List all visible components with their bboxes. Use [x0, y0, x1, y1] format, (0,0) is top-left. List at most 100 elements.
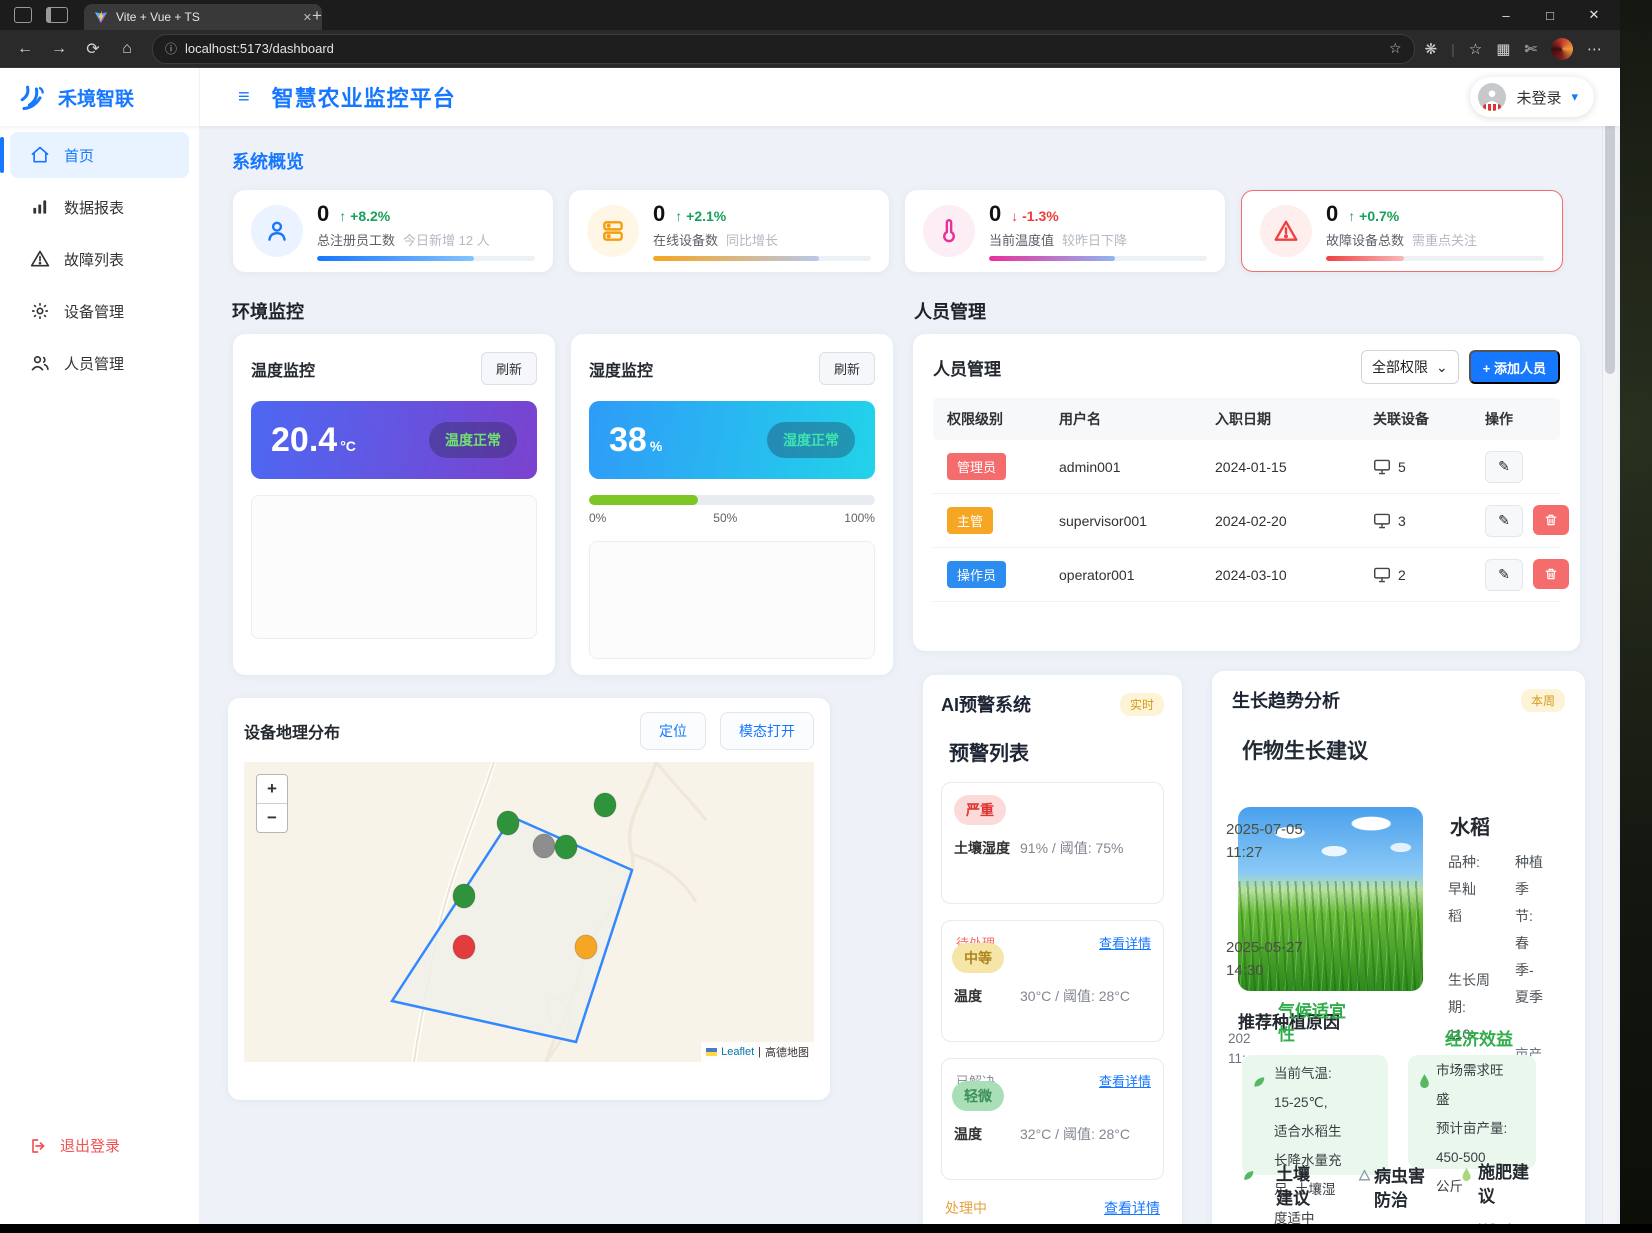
add-user-button[interactable]: + 添加人员: [1469, 350, 1560, 384]
subtitle: 作物生长建议: [1242, 735, 1565, 765]
maximize-button[interactable]: □: [1528, 0, 1572, 30]
zoom-in-button[interactable]: +: [257, 775, 287, 804]
screenshot-stage: Vite + Vue + TS ✕ + – □ ✕ ← → ⟳ ⌂ ⓘ loca…: [0, 0, 1652, 1233]
leaf-icon: [1242, 1169, 1255, 1182]
collections-icon[interactable]: ▦: [1496, 40, 1510, 58]
card-title: 生长趋势分析: [1232, 687, 1340, 713]
settings-more-icon[interactable]: ⋯: [1587, 40, 1602, 58]
thermometer-icon: [923, 205, 975, 257]
zoom-out-button[interactable]: −: [257, 804, 287, 832]
close-button[interactable]: ✕: [1572, 0, 1616, 30]
detail-link[interactable]: 查看详情: [1099, 1071, 1151, 1090]
sidebar-item-home[interactable]: 首页: [10, 132, 189, 178]
personnel-table: 权限级别 用户名 入职日期 关联设备 操作 管理员 admin001 2024-…: [933, 398, 1560, 602]
url-text[interactable]: localhost:5173/dashboard: [185, 41, 1381, 56]
favorites-icon[interactable]: ☆: [1469, 40, 1482, 58]
app-header: 禾境智联 ≡ 智慧农业监控平台 未登录 ▾: [0, 68, 1620, 126]
delete-button[interactable]: [1533, 505, 1569, 535]
alert-triangle-icon: [1260, 205, 1312, 257]
vite-logo-icon: [94, 10, 108, 24]
col-role: 权限级别: [947, 409, 1059, 429]
brand-name: 禾境智联: [58, 84, 134, 111]
forward-icon[interactable]: →: [44, 40, 74, 58]
week-badge: 本周: [1521, 689, 1565, 712]
sidebar-item-reports[interactable]: 数据报表: [10, 184, 189, 230]
device-marker-green[interactable]: [453, 884, 475, 908]
alert-list-title: 预警列表: [949, 737, 1164, 766]
brand: 禾境智联: [0, 68, 200, 126]
stat-label: 故障设备总数: [1326, 230, 1404, 249]
web-capture-icon[interactable]: ✄: [1524, 40, 1537, 58]
sidebar-item-devices[interactable]: 设备管理: [10, 288, 189, 334]
tab-close-icon[interactable]: ✕: [303, 11, 312, 24]
stat-value: 0: [317, 201, 329, 227]
browser-tab[interactable]: Vite + Vue + TS ✕: [84, 4, 322, 30]
monitor-icon: [1373, 459, 1391, 475]
device-marker-gray[interactable]: [533, 834, 555, 858]
delete-button[interactable]: [1533, 559, 1569, 589]
device-marker-green[interactable]: [555, 835, 577, 859]
severity-badge: 轻微: [952, 1081, 1004, 1111]
home-icon: [30, 145, 50, 165]
logout-label: 退出登录: [60, 1135, 120, 1156]
user-menu[interactable]: 未登录 ▾: [1470, 77, 1594, 117]
edit-button[interactable]: ✎: [1485, 559, 1523, 591]
site-info-icon[interactable]: ⓘ: [165, 40, 177, 57]
logout-icon: [30, 1137, 48, 1155]
browser-profile-avatar[interactable]: [1551, 38, 1573, 60]
photo-timestamp: 2025-07-05 11:27: [1226, 819, 1303, 864]
section-title-environment: 环境监控: [232, 298, 304, 324]
gear-icon: [30, 301, 50, 321]
edit-button[interactable]: ✎: [1485, 505, 1523, 537]
favorite-star-icon[interactable]: ☆: [1389, 40, 1402, 57]
crop-variety: 品种: 早籼 稻: [1448, 849, 1480, 930]
permission-filter-select[interactable]: 全部权限 ⌄: [1361, 350, 1459, 384]
back-icon[interactable]: ←: [10, 40, 40, 58]
open-modal-button[interactable]: 模态打开: [720, 712, 814, 750]
new-tab-button[interactable]: +: [312, 6, 322, 26]
table-row: 操作员 operator001 2024-03-10 2 ✎: [933, 548, 1560, 602]
hire-date: 2024-02-20: [1215, 513, 1373, 529]
pest-title: 病虫害 防治: [1374, 1165, 1425, 1213]
flag-icon: [706, 1048, 717, 1056]
copilot-icon[interactable]: ❋: [1425, 40, 1438, 58]
username: admin001: [1059, 459, 1215, 475]
filter-value: 全部权限: [1372, 357, 1428, 377]
table-row: 主管 supervisor001 2024-02-20 3 ✎: [933, 494, 1560, 548]
card-title: 温度监控: [251, 357, 315, 381]
tab-actions-icon[interactable]: [46, 7, 68, 23]
stat-label: 在线设备数: [653, 230, 718, 249]
device-marker-green[interactable]: [594, 793, 616, 817]
monitor-icon: [1373, 567, 1391, 583]
refresh-button[interactable]: 刷新: [819, 352, 875, 385]
humidity-value: 38: [609, 421, 647, 459]
economy-title: 经济效益: [1445, 1029, 1513, 1052]
refresh-icon[interactable]: ⟳: [78, 39, 108, 59]
detail-link[interactable]: 查看详情: [1104, 1198, 1160, 1218]
logout-button[interactable]: 退出登录: [0, 1135, 199, 1156]
desktop-wallpaper: [1620, 0, 1652, 1233]
menu-toggle-icon[interactable]: ≡: [238, 86, 250, 109]
humidity-chart-placeholder: [589, 541, 875, 659]
minimize-button[interactable]: –: [1484, 0, 1528, 30]
stat-progress: [653, 256, 871, 261]
home-icon[interactable]: ⌂: [112, 40, 142, 58]
col-date: 入职日期: [1215, 409, 1373, 429]
leaflet-link[interactable]: Leaflet: [721, 1046, 754, 1058]
locate-button[interactable]: 定位: [640, 712, 706, 750]
map-canvas[interactable]: + −: [244, 762, 814, 1062]
edit-button[interactable]: ✎: [1485, 451, 1523, 483]
refresh-button[interactable]: 刷新: [481, 352, 537, 385]
device-marker-green[interactable]: [497, 811, 519, 835]
chevron-down-icon[interactable]: ▾: [1571, 89, 1578, 105]
col-actions: 操作: [1485, 409, 1546, 429]
address-bar[interactable]: ⓘ localhost:5173/dashboard ☆: [152, 34, 1415, 64]
sidebar-item-personnel[interactable]: 人员管理: [10, 340, 189, 386]
workspaces-icon[interactable]: [14, 7, 32, 23]
monitor-icon: [1373, 513, 1391, 529]
humidity-card: 湿度监控 刷新 38% 湿度正常 0% 50% 100%: [571, 334, 893, 675]
device-marker-orange[interactable]: [575, 935, 597, 959]
sidebar-item-faults[interactable]: 故障列表: [10, 236, 189, 282]
detail-link[interactable]: 查看详情: [1099, 933, 1151, 952]
device-marker-red[interactable]: [453, 935, 475, 959]
